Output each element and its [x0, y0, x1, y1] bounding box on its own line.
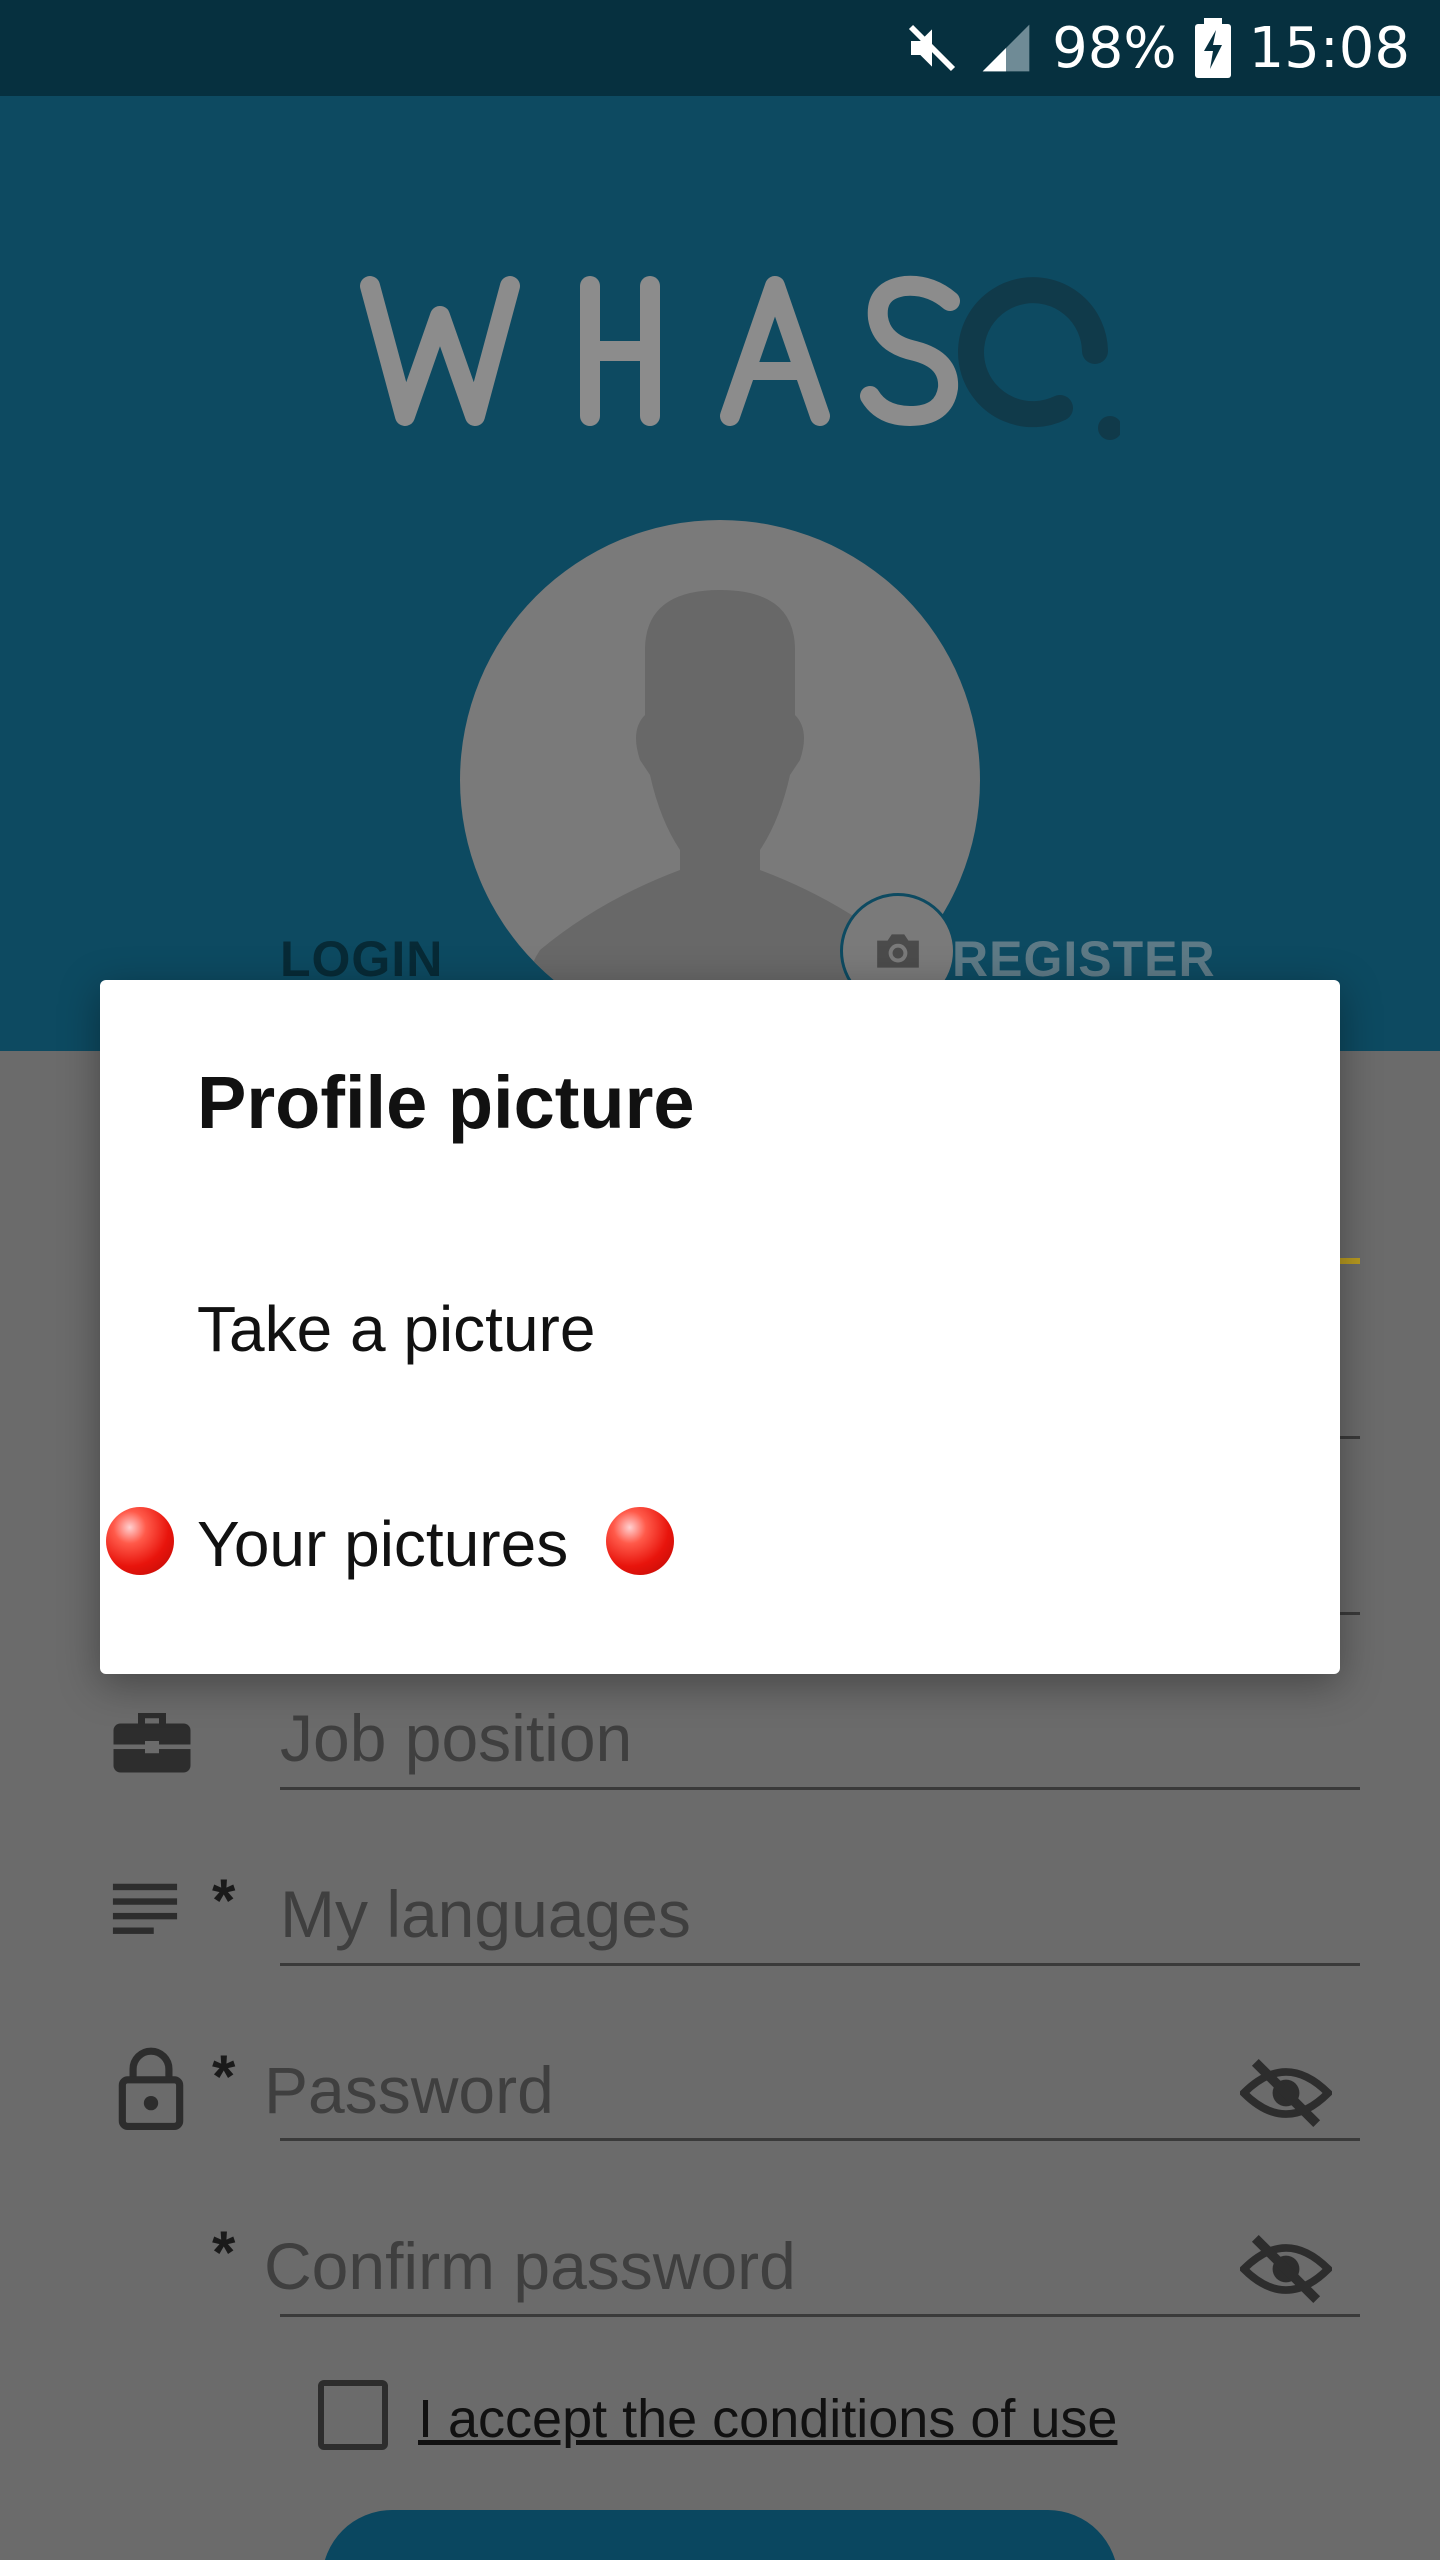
- password-input[interactable]: Password: [264, 2052, 554, 2128]
- accept-terms-link[interactable]: I accept the conditions of use: [418, 2388, 1117, 2450]
- your-pictures-option[interactable]: Your pictures: [197, 1507, 568, 1581]
- dialog-title: Profile picture: [197, 1061, 695, 1144]
- required-mark: *: [212, 2219, 236, 2286]
- field-focus-accent: [1340, 1258, 1360, 1264]
- target-marker-icon: [606, 1507, 674, 1575]
- whasq-logo: [360, 275, 1120, 440]
- field-underline: [280, 1963, 1360, 1966]
- take-picture-option[interactable]: Take a picture: [197, 1292, 595, 1366]
- list-icon: [110, 1880, 180, 1945]
- camera-icon: [877, 934, 919, 968]
- required-mark: *: [212, 2043, 236, 2110]
- field-underline: [280, 1787, 1360, 1790]
- confirm-password-input[interactable]: Confirm password: [264, 2228, 796, 2304]
- eye-off-icon[interactable]: [1238, 2058, 1334, 2133]
- battery-percent: 98%: [1052, 15, 1177, 81]
- briefcase-icon: [110, 1705, 194, 1782]
- field-underline: [280, 2314, 1360, 2317]
- header: LOGIN REGISTER: [0, 96, 1440, 1051]
- battery-charging-icon: [1194, 18, 1231, 78]
- lock-icon: [118, 2044, 184, 2135]
- status-bar: 98% 15:08: [0, 0, 1440, 96]
- app-screen: 98% 15:08 LOGIN REGISTER Job position * …: [0, 0, 1440, 2560]
- signal-icon: [978, 20, 1034, 76]
- profile-picture-dialog: Profile picture Take a picture Your pict…: [100, 980, 1340, 1674]
- clock: 15:08: [1248, 15, 1410, 81]
- required-mark: *: [212, 1867, 236, 1934]
- mute-icon: [904, 20, 960, 76]
- languages-input[interactable]: My languages: [280, 1876, 691, 1952]
- field-underline: [280, 2138, 1360, 2141]
- eye-off-icon[interactable]: [1238, 2234, 1334, 2309]
- accept-terms-checkbox[interactable]: [318, 2380, 388, 2450]
- job-position-input[interactable]: Job position: [280, 1700, 632, 1776]
- register-button[interactable]: [322, 2510, 1118, 2560]
- target-marker-icon: [106, 1507, 174, 1575]
